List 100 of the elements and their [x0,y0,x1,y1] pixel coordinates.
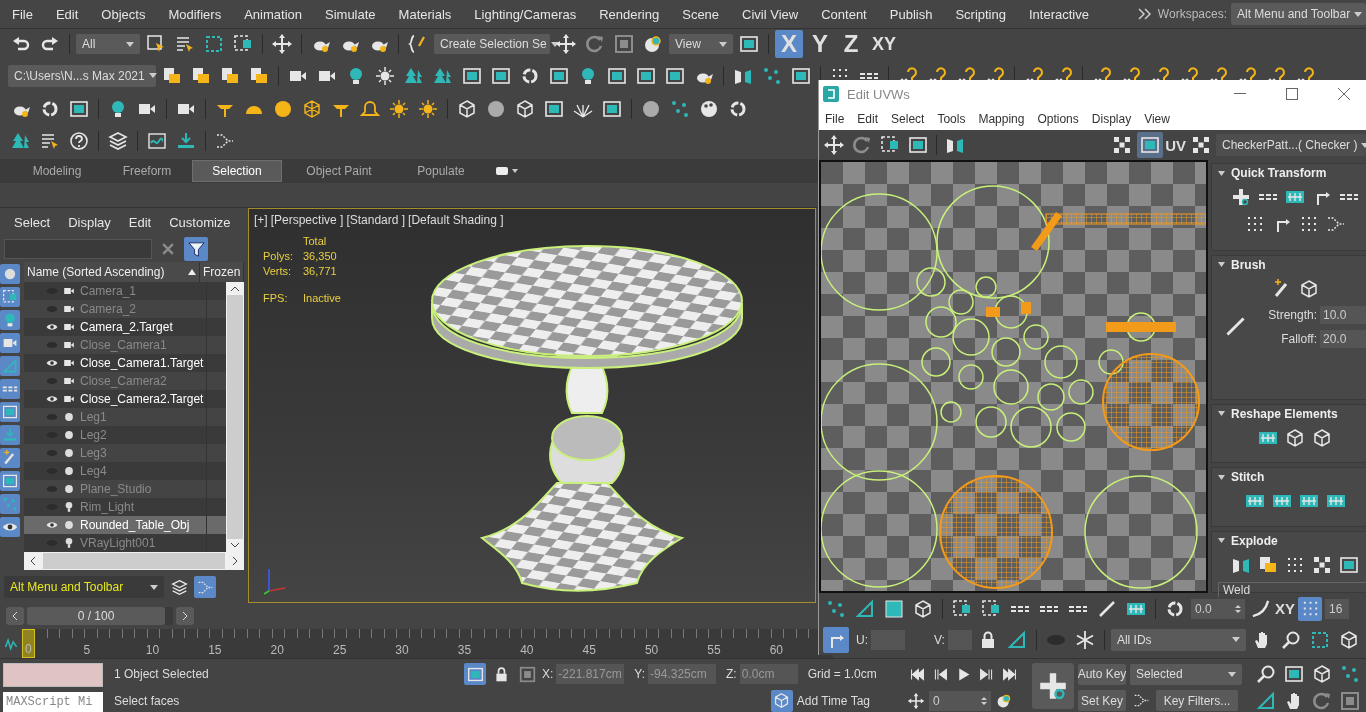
time-slider-thumb[interactable]: 0 / 100 [27,607,165,625]
menu-item[interactable]: Select [885,112,932,126]
workspace-dropdown[interactable]: Alt Menu and Toolbar [1231,3,1366,25]
menu-item[interactable]: Select [4,214,59,230]
dashed-square-icon[interactable] [0,287,20,307]
axis-button[interactable]: XY [868,30,900,58]
angle-field[interactable]: 0.0 [1191,598,1245,619]
chevron-icon[interactable] [1137,8,1152,20]
maxscript-field[interactable]: MAXScript Mi [3,692,103,712]
scroll-right-icon[interactable] [233,557,238,565]
key-filters-button[interactable]: Key Filters... [1156,690,1238,711]
ribbon-tab[interactable]: Modeling [12,160,102,182]
menu-item[interactable]: Interactive [1016,6,1100,22]
spinner-arrows-icon[interactable] [981,696,987,707]
reference-coordinate-dropdown[interactable]: View [669,34,733,54]
rollout-title[interactable]: Stitch [1231,470,1265,485]
ids-dropdown[interactable]: All IDs [1110,628,1246,651]
rollout-title[interactable]: Explode [1231,534,1278,548]
menu-item[interactable]: Tools [931,112,973,126]
ribbon-tab[interactable]: Selection [192,160,282,182]
frame-field[interactable]: 0 [929,691,991,712]
set-keys-button[interactable] [1032,663,1074,709]
collapse-triangle-icon[interactable] [1218,262,1225,267]
menu-item[interactable]: Scene [670,6,731,22]
spinner-arrows-icon[interactable] [1235,603,1241,614]
panel-icon[interactable] [0,402,20,422]
menu-item[interactable]: Simulate [313,6,387,22]
collapse-triangle-icon[interactable] [1218,170,1225,176]
camera-icon[interactable] [0,333,20,353]
menu-item[interactable]: Modifiers [156,6,233,22]
rollout-title[interactable]: Quick Transform [1231,166,1327,180]
key-mode-dropdown[interactable]: Selected [1130,663,1242,685]
auto-key-button[interactable]: Auto Key [1078,663,1126,685]
axis-button[interactable]: Y [806,30,834,58]
menu-item[interactable]: Content [809,6,878,22]
scene-object-row[interactable]: Rounded_Table_Obj [24,516,226,534]
filter-dropdown[interactable]: All [76,34,140,54]
menu-item[interactable]: Animation [232,6,313,22]
dots-icon[interactable] [0,494,20,514]
menu-item[interactable]: View [1138,112,1177,126]
menu-item[interactable]: File [0,6,44,22]
menu-item[interactable]: Display [1085,112,1139,126]
menu-item[interactable]: Options [1031,112,1086,126]
viewport-label[interactable]: [Standard ] [346,213,406,227]
brush-icon[interactable] [0,448,20,468]
layer-dropdown[interactable]: Alt Menu and Toolbar [4,576,164,598]
menu-item[interactable]: Lighting/Cameras [462,6,588,22]
uv-toggle[interactable]: UV [1165,136,1186,154]
ribbon-tab[interactable]: Object Paint [282,160,396,182]
column-header[interactable]: Name (Sorted Ascending) [24,262,200,282]
collapse-triangle-icon[interactable] [1218,411,1225,417]
viewport-label[interactable]: [Perspective ] [270,213,344,227]
menu-item[interactable]: Mapping [972,112,1032,126]
menu-item[interactable]: Scripting [943,6,1017,22]
texture-dropdown[interactable]: CheckerPatt...( Checker ) [1216,134,1366,156]
panel-icon[interactable] [1137,132,1164,158]
add-time-tag-link[interactable]: Add Time Tag [796,693,870,708]
panel-icon[interactable] [464,663,486,686]
viewport-label[interactable]: [Default Shading ] [408,213,504,227]
arrow-turn-icon[interactable] [823,626,849,653]
filter-icon[interactable] [184,237,208,261]
menu-item[interactable]: Edit [851,112,886,126]
ribbon-tab[interactable]: Freeform [102,160,192,182]
object-icon[interactable] [0,264,20,284]
scroll-down-icon[interactable] [231,543,239,548]
menu-item[interactable]: Edit [118,214,160,230]
cube-icon[interactable] [770,689,793,712]
menu-item[interactable]: File [819,112,852,126]
menu-item[interactable]: Rendering [587,6,671,22]
menu-item[interactable]: Display [58,214,119,230]
collapse-triangle-icon[interactable] [1218,474,1225,480]
column-header[interactable]: Frozen [200,262,244,282]
rollout-title[interactable]: Reshape Elements [1231,406,1338,421]
panel-icon[interactable] [0,471,20,491]
axis-button[interactable]: Z [837,30,865,58]
ribbon-tab[interactable]: Populate [396,160,486,182]
ribbon-menu-icon[interactable] [496,166,518,176]
viewport-label[interactable]: [+] [254,213,268,227]
scroll-left-icon[interactable] [30,557,35,565]
menu-item[interactable]: Edit [43,6,90,22]
scrollbar[interactable] [226,282,244,552]
menu-item[interactable]: Customize [159,214,239,230]
search-field[interactable] [4,239,152,259]
rollout-title[interactable]: Brush [1231,257,1266,272]
nodes-icon[interactable] [194,576,216,598]
count-field[interactable]: 16 [1325,598,1349,619]
collapse-triangle-icon[interactable] [1218,538,1225,544]
scrollbar[interactable] [24,552,244,570]
menu-item[interactable]: Publish [877,6,944,22]
menu-item[interactable]: Objects [89,6,157,22]
menu-item[interactable]: Materials [386,6,463,22]
grid-dots-icon[interactable] [1298,596,1322,621]
spinner-field[interactable]: 20.0 [1320,329,1366,348]
axis-toggle[interactable]: XY [1275,600,1295,617]
spinner-field[interactable]: 10.0 [1320,305,1366,324]
color-swatch[interactable] [3,663,103,687]
project-path-dropdown[interactable]: C:\Users\N...s Max 2021 [8,64,156,87]
menu-item[interactable]: Civil View [730,6,810,22]
eye-icon[interactable] [0,517,20,537]
next-frame-button[interactable] [176,607,194,625]
